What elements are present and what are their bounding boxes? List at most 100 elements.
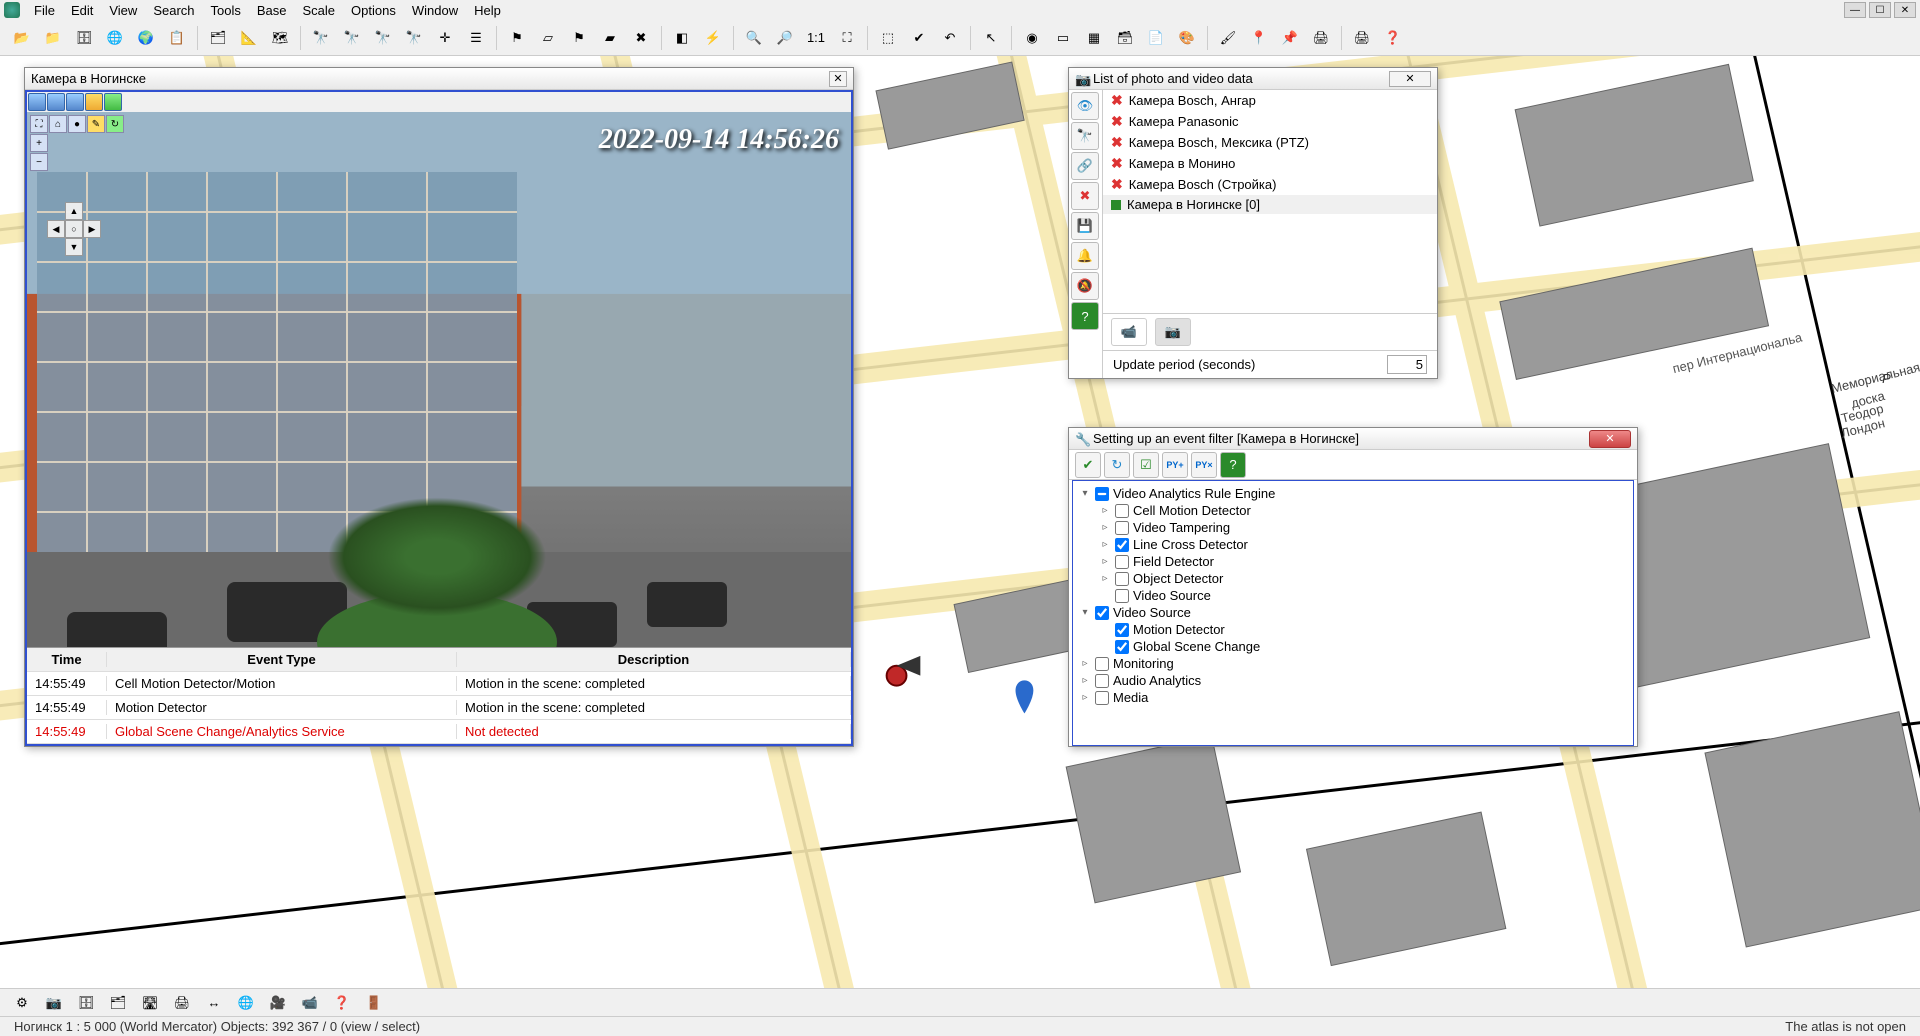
- cube-button[interactable]: ◧: [668, 24, 696, 52]
- sidebar-find-icon[interactable]: 🔭: [1071, 122, 1099, 150]
- tree-checkbox[interactable]: [1095, 657, 1109, 671]
- bottom-road-button[interactable]: 🛣: [136, 989, 164, 1017]
- crosshair-button[interactable]: ✛: [431, 24, 459, 52]
- camera-list-item[interactable]: ✖Камера Panasonic: [1103, 111, 1437, 132]
- tree-checkbox[interactable]: [1095, 487, 1109, 501]
- tree-node[interactable]: ▹Line Cross Detector: [1079, 536, 1627, 553]
- ptz-down-button[interactable]: ▼: [65, 238, 83, 256]
- tree-checkbox[interactable]: [1095, 691, 1109, 705]
- tree-arrow-icon[interactable]: ▹: [1099, 573, 1111, 584]
- binoculars-button[interactable]: 🔭: [307, 24, 335, 52]
- bottom-move-button[interactable]: ↔: [200, 989, 228, 1017]
- bottom-print-button[interactable]: 🖨: [168, 989, 196, 1017]
- tree-arrow-icon[interactable]: ▹: [1099, 522, 1111, 533]
- check-button[interactable]: ✔: [905, 24, 933, 52]
- layers-button[interactable]: 🗂: [204, 24, 232, 52]
- maximize-button[interactable]: ☐: [1869, 2, 1891, 18]
- sidebar-alert-icon[interactable]: 🔔: [1071, 242, 1099, 270]
- print-button[interactable]: 🖨: [1307, 24, 1335, 52]
- menu-window[interactable]: Window: [404, 2, 466, 19]
- event-row[interactable]: 14:55:49Motion DetectorMotion in the sce…: [27, 696, 851, 720]
- nav-fit-icon[interactable]: ⛶: [30, 115, 48, 133]
- filter-help-icon[interactable]: ?: [1220, 452, 1246, 478]
- tree-arrow-icon[interactable]: ▹: [1079, 692, 1091, 703]
- help-pointer-button[interactable]: ❓: [1379, 24, 1407, 52]
- folder-save-button[interactable]: 📁: [39, 24, 67, 52]
- bottom-gear-button[interactable]: ⚙: [8, 989, 36, 1017]
- filter-checkall-icon[interactable]: ☑: [1133, 452, 1159, 478]
- paint-button[interactable]: 🖌: [1214, 24, 1242, 52]
- zoom-out-button[interactable]: 🔍: [740, 24, 768, 52]
- list-button[interactable]: ☰: [462, 24, 490, 52]
- menu-tools[interactable]: Tools: [203, 2, 249, 19]
- pin-flag-button[interactable]: 📍: [1245, 24, 1273, 52]
- nav-refresh-icon[interactable]: ↻: [106, 115, 124, 133]
- grid-button[interactable]: ▦: [1080, 24, 1108, 52]
- camera-list-item[interactable]: ✖Камера Bosch, Мексика (PTZ): [1103, 132, 1437, 153]
- tree-node[interactable]: Motion Detector: [1079, 621, 1627, 638]
- tree-arrow-icon[interactable]: ▹: [1099, 556, 1111, 567]
- close-button[interactable]: ✕: [1894, 2, 1916, 18]
- minimize-button[interactable]: —: [1844, 2, 1866, 18]
- event-row[interactable]: 14:55:49Global Scene Change/Analytics Se…: [27, 720, 851, 744]
- flag-red-button[interactable]: ⚑: [503, 24, 531, 52]
- tree-checkbox[interactable]: [1115, 572, 1129, 586]
- menu-options[interactable]: Options: [343, 2, 404, 19]
- binoc-range-button[interactable]: 🔭: [400, 24, 428, 52]
- clipboard-button[interactable]: 📋: [163, 24, 191, 52]
- cam-tool-settings-icon[interactable]: [104, 93, 122, 111]
- folder-dbm-button[interactable]: 🗄: [70, 24, 98, 52]
- cam-tool-record-icon[interactable]: [47, 93, 65, 111]
- sidebar-delete-icon[interactable]: ✖: [1071, 182, 1099, 210]
- tree-arrow-icon[interactable]: ▾: [1079, 488, 1091, 499]
- bottom-exit-button[interactable]: 🚪: [360, 989, 388, 1017]
- camera-video-feed[interactable]: 2022-09-14 14:56:26 ⛶ ⌂ ● ✎ ↻ + − ▲ ▼ ◀ …: [27, 112, 851, 647]
- tree-arrow-icon[interactable]: ▹: [1099, 539, 1111, 550]
- tree-node[interactable]: ▹Audio Analytics: [1079, 672, 1627, 689]
- folder-open-button[interactable]: 📂: [8, 24, 36, 52]
- update-period-input[interactable]: [1387, 355, 1427, 374]
- menu-file[interactable]: File: [26, 2, 63, 19]
- bottom-stack-button[interactable]: 🗂: [104, 989, 132, 1017]
- list-window-titlebar[interactable]: 📷 List of photo and video data ✕: [1069, 68, 1437, 90]
- db-sel-button[interactable]: 🗃: [1111, 24, 1139, 52]
- menu-scale[interactable]: Scale: [295, 2, 344, 19]
- bottom-globe-button[interactable]: 🌐: [232, 989, 260, 1017]
- tree-checkbox[interactable]: [1115, 640, 1129, 654]
- menu-view[interactable]: View: [101, 2, 145, 19]
- zoom-out-button[interactable]: −: [30, 153, 48, 171]
- poly-button[interactable]: ▰: [596, 24, 624, 52]
- bottom-camera-button[interactable]: 📷: [40, 989, 68, 1017]
- tree-node[interactable]: ▹Video Tampering: [1079, 519, 1627, 536]
- menu-base[interactable]: Base: [249, 2, 295, 19]
- tree-node[interactable]: ▾Video Source: [1079, 604, 1627, 621]
- flag-add-button[interactable]: ⚑: [565, 24, 593, 52]
- tree-checkbox[interactable]: [1095, 674, 1109, 688]
- camera-window-close-button[interactable]: ✕: [829, 71, 847, 87]
- lightning-button[interactable]: ⚡: [699, 24, 727, 52]
- event-row[interactable]: 14:55:49Cell Motion Detector/MotionMotio…: [27, 672, 851, 696]
- camera-list-item[interactable]: ✖Камера Bosch, Ангар: [1103, 90, 1437, 111]
- tree-node[interactable]: ▹Cell Motion Detector: [1079, 502, 1627, 519]
- ptz-up-button[interactable]: ▲: [65, 202, 83, 220]
- tree-node[interactable]: Global Scene Change: [1079, 638, 1627, 655]
- globe-refresh-button[interactable]: 🌐: [101, 24, 129, 52]
- tree-node[interactable]: ▹Object Detector: [1079, 570, 1627, 587]
- bottom-help-button[interactable]: ❓: [328, 989, 356, 1017]
- nav-record-icon[interactable]: ●: [68, 115, 86, 133]
- binoc-a-button[interactable]: 🔭: [338, 24, 366, 52]
- area-sel-button[interactable]: ⬚: [874, 24, 902, 52]
- camera-list-item[interactable]: ✖Камера в Монино: [1103, 153, 1437, 174]
- camera-list-item[interactable]: Камера в Ногинске [0]: [1103, 195, 1437, 214]
- filter-apply-icon[interactable]: ✔: [1075, 452, 1101, 478]
- tree-checkbox[interactable]: [1115, 538, 1129, 552]
- tree-node[interactable]: ▹Field Detector: [1079, 553, 1627, 570]
- tree-node[interactable]: ▾Video Analytics Rule Engine: [1079, 485, 1627, 502]
- sel-area-button[interactable]: ▭: [1049, 24, 1077, 52]
- map-view-button[interactable]: 🗺: [266, 24, 294, 52]
- zoom-in-button[interactable]: 🔎: [771, 24, 799, 52]
- tree-arrow-icon[interactable]: ▹: [1079, 658, 1091, 669]
- sidebar-link-icon[interactable]: 🔗: [1071, 152, 1099, 180]
- tree-node[interactable]: ▹Monitoring: [1079, 655, 1627, 672]
- list-camera-icon[interactable]: 📹: [1111, 318, 1147, 346]
